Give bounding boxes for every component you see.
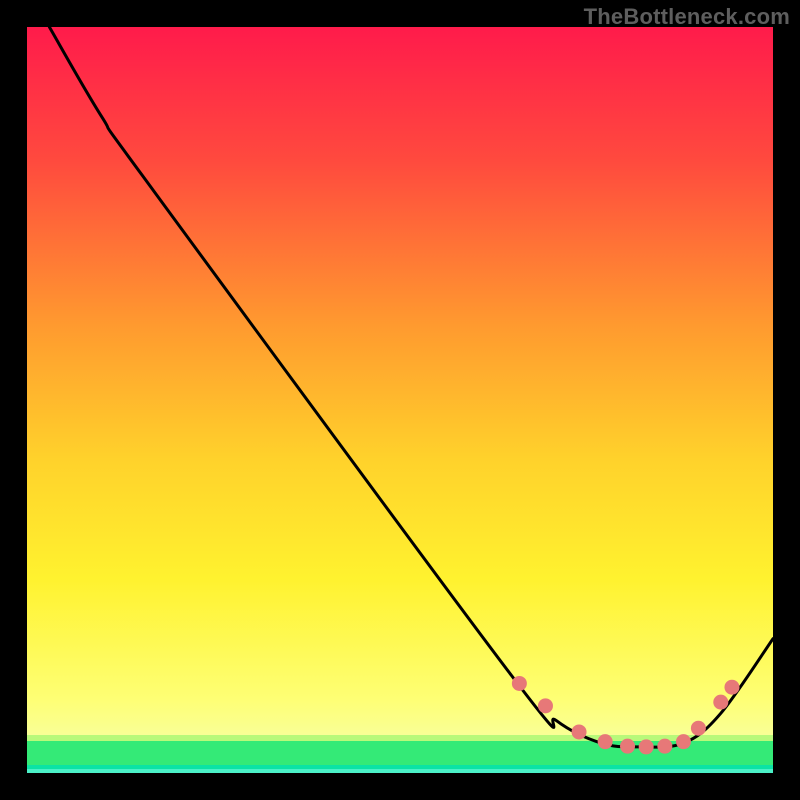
data-marker — [657, 739, 672, 754]
data-marker — [724, 680, 739, 695]
data-marker — [713, 695, 728, 710]
gradient-background — [27, 27, 773, 773]
chart-plot-area — [27, 27, 773, 773]
data-marker — [639, 739, 654, 754]
data-marker — [691, 721, 706, 736]
data-marker — [572, 724, 587, 739]
green-band-bottom-edge — [27, 769, 773, 773]
chart-stage: TheBottleneck.com — [0, 0, 800, 800]
data-marker — [598, 734, 613, 749]
data-marker — [620, 739, 635, 754]
data-marker — [676, 734, 691, 749]
green-band-lower-accent — [27, 765, 773, 769]
chart-svg — [27, 27, 773, 773]
data-marker — [538, 698, 553, 713]
data-marker — [512, 676, 527, 691]
